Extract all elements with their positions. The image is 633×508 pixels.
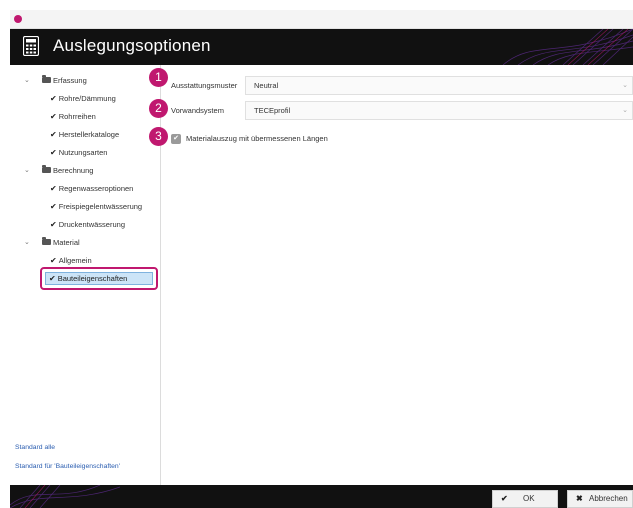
dropdown-value: TECEprofil [254,106,291,115]
tree-item-label: Rohre/Dämmung [58,94,116,103]
step-marker-3: 3 [149,127,168,146]
tree-group-material[interactable]: ⌄ Material [24,236,154,250]
tree-group-berechnung[interactable]: ⌄ Berechnung [24,164,154,178]
folder-open-icon [42,165,51,173]
checkmark-icon: ✔ [50,148,57,157]
folder-open-icon [42,75,51,83]
chevron-down-icon[interactable]: ⌄ [24,236,30,250]
chevron-down-icon[interactable]: ⌄ [622,77,628,94]
step-marker-2: 2 [149,99,168,118]
cancel-button[interactable]: ✖ Abbrechen [567,490,633,508]
dialog-body: ⌄ Erfassung ✔ Rohre/Dämmung ✔ Rohrreihen ✔… [10,65,633,485]
chevron-down-icon[interactable]: ⌄ [24,164,30,178]
tree-item-label: Freispiegelentwässerung [58,202,143,211]
vorwandsystem-dropdown[interactable]: TECEprofil ⌄ [245,101,633,120]
ok-button[interactable]: ✔ OK [492,490,558,508]
checkmark-icon: ✔ [50,256,57,265]
checkmark-icon: ✔ [50,130,57,139]
folder-open-icon [42,237,51,245]
materialauszug-checkbox[interactable]: ✔ [171,134,181,144]
tree-item-label: Nutzungsarten [58,148,108,157]
tree-item-label: Allgemein [58,256,92,265]
materialauszug-label: Materialauszug mit übermessenen Längen [186,134,328,143]
tree-group-label: Berechnung [53,166,94,175]
tree-item-label: Druckentwässerung [58,220,125,229]
step-marker-1: 1 [149,68,168,87]
tree-item-allgemein[interactable]: ✔ Allgemein [50,254,92,268]
tree-item-bauteileigenschaften[interactable]: ✔ Bauteileigenschaften [40,267,158,290]
app-logo-icon [14,15,22,23]
standard-for-link[interactable]: Standard für 'Bauteileigenschaften' [15,463,120,470]
ok-label: OK [523,494,535,503]
tree-item-label: Regenwasseroptionen [58,184,134,193]
tree-item-freispiegelentwaesserung[interactable]: ✔ Freispiegelentwässerung [50,200,142,214]
decorative-pattern [502,29,633,65]
ausstattungsmuster-dropdown[interactable]: Neutral ⌄ [245,76,633,95]
calculator-icon [23,36,39,56]
tree-item-herstellerkataloge[interactable]: ✔ Herstellerkataloge [50,128,119,142]
checkmark-icon: ✔ [50,112,57,121]
tree-group-erfassung[interactable]: ⌄ Erfassung [24,74,154,88]
tree-group-label: Material [53,238,80,247]
options-form: 1 Ausstattungsmuster Neutral ⌄ 2 Vorwand… [149,65,633,485]
check-icon: ✔ [501,494,508,503]
cancel-label: Abbrechen [589,494,628,503]
tree-item-druckentwaesserung[interactable]: ✔ Druckentwässerung [50,218,125,232]
checkmark-icon: ✔ [50,202,57,211]
tree-group-label: Erfassung [53,76,87,85]
tree-item-rohrreihen[interactable]: ✔ Rohrreihen [50,110,96,124]
checkmark-icon: ✔ [50,220,57,229]
tree-item-regenwasseroptionen[interactable]: ✔ Regenwasseroptionen [50,182,133,196]
ausstattungsmuster-label: Ausstattungsmuster [171,81,238,90]
window-titlebar [10,10,633,29]
options-tree: ⌄ Erfassung ✔ Rohre/Dämmung ✔ Rohrreihen ✔… [10,65,161,485]
close-icon: ✖ [576,494,583,503]
page-title: Auslegungsoptionen [53,36,211,55]
tree-item-nutzungsarten[interactable]: ✔ Nutzungsarten [50,146,107,160]
dropdown-value: Neutral [254,81,279,90]
tree-item-label: Herstellerkataloge [58,130,120,139]
tree-item-rohre-daemmung[interactable]: ✔ Rohre/Dämmung [50,92,116,106]
checkmark-icon: ✔ [49,274,56,283]
chevron-down-icon[interactable]: ⌄ [622,102,628,119]
vorwandsystem-label: Vorwandsystem [171,106,224,115]
checkmark-icon: ✔ [50,184,57,193]
chevron-down-icon[interactable]: ⌄ [24,74,30,88]
selected-highlight: ✔ Bauteileigenschaften [45,272,153,285]
tree-item-label: Rohrreihen [58,112,96,121]
decorative-pattern [10,485,120,508]
standard-all-link[interactable]: Standard alle [15,444,55,451]
tree-item-label: Bauteileigenschaften [57,274,128,283]
footer-bar: ✔ OK ✖ Abbrechen [10,485,633,508]
header-bar: Auslegungsoptionen [10,29,633,65]
checkmark-icon: ✔ [50,94,57,103]
